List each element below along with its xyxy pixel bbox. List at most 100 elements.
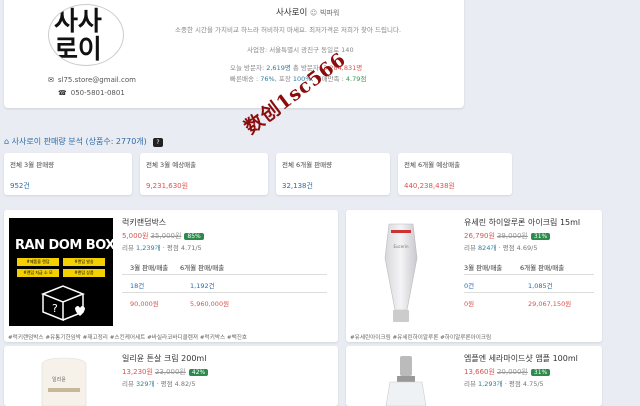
stat-label: 전체 3월 판매량: [10, 161, 55, 169]
stat-card-6m-sales: 전체 6개월 판매량 32,138건: [276, 153, 390, 195]
rating: · 평점 4.69/5: [498, 244, 538, 252]
product-review: 리뷰 824개 · 평점 4.69/5: [464, 242, 537, 252]
review-label: 리뷰: [464, 380, 476, 388]
product-tags: #럭키랜덤박스 #유통기한임박 #재고정리 #스킨케어세트 #바실라코바디클렌져…: [8, 335, 248, 341]
phone-icon: ☎: [58, 89, 67, 97]
box-question-icon: ?: [40, 285, 86, 322]
product-card[interactable]: Eucerin 유세린 하이알루론 아이크림 15ml 26,790원 39,00…: [346, 210, 602, 342]
product-card[interactable]: RAN DOM BOX #제품을 랜덤 #랜덤 발송 #랜덤 지급 소 모 #랜…: [4, 210, 338, 342]
store-email[interactable]: sl75.store@gmail.com: [58, 76, 136, 84]
original-price: 20,000원: [496, 368, 528, 376]
product-image-random-box[interactable]: RAN DOM BOX #제품을 랜덤 #랜덤 발송 #랜덤 지급 소 모 #랜…: [9, 218, 115, 326]
home-icon: ⌂: [4, 137, 10, 146]
product-image-ampoule[interactable]: [356, 352, 456, 406]
logo-line-2: 로이: [54, 35, 102, 65]
original-price: 23,000원: [154, 368, 186, 376]
analysis-title-text: 사사로이 판매량 분석 (상품수: 2770개): [11, 137, 147, 146]
stat-card-3m-revenue: 전체 3월 예상매출 9,231,630원: [140, 153, 268, 195]
discount-badge: 31%: [530, 233, 551, 240]
product-review: 리뷰 1,293개 · 평점 4.75/5: [464, 378, 544, 388]
product-name[interactable]: 일리윤 튼살 크림 200ml: [122, 353, 206, 364]
product-name[interactable]: 유세린 하이알루론 아이크림 15ml: [464, 217, 580, 228]
analysis-title: ⌂ 사사로이 판매량 분석 (상품수: 2770개) ?: [4, 136, 163, 147]
ampoule-image: [385, 356, 427, 406]
svg-text:?: ?: [52, 302, 58, 315]
sales-6m: 1,192건: [190, 282, 215, 290]
review-label: 리뷰: [122, 244, 134, 252]
bigpower-icon: ☺: [309, 9, 318, 17]
product-image-eye-cream[interactable]: Eucerin: [351, 218, 451, 326]
original-price: 35,000원: [150, 232, 182, 240]
store-logo: 사사 로이: [48, 4, 124, 66]
email-row: ✉ sl75.store@gmail.com: [48, 76, 136, 84]
product-price: 13,660원 20,000원 31%: [464, 367, 551, 377]
help-badge[interactable]: ?: [153, 138, 163, 147]
envelope-icon: ✉: [48, 76, 54, 84]
store-grade: 빅파워: [320, 9, 340, 17]
fast-delivery-value: 76%: [260, 75, 275, 83]
revenue-6m: 5,960,000원: [190, 300, 230, 308]
divider: [122, 274, 327, 275]
random-box-text: RAN DOM BOX: [15, 238, 115, 253]
revenue-3m: 90,000원: [130, 300, 159, 308]
discount-badge: 31%: [530, 369, 551, 376]
rating: · 평점 4.75/5: [504, 380, 544, 388]
rating: · 평점 4.82/5: [156, 380, 196, 388]
product-name[interactable]: 럭키랜덤박스: [122, 217, 166, 228]
product-price: 26,790원 39,000원 31%: [464, 231, 551, 241]
stat-label: 전체 3월 예상매출: [146, 161, 197, 169]
svg-text:Eucerin: Eucerin: [393, 244, 408, 249]
sales-6m: 1,085건: [528, 282, 553, 290]
logo-line-1: 사사: [54, 7, 102, 37]
random-box-chip: #랜덤 지급 소 모: [17, 269, 59, 277]
store-slogan: 소중한 시간을 가치비교 하느라 허비하지 마세요. 최저가격은 저희가 찾아 …: [175, 26, 402, 34]
divider: [122, 292, 327, 293]
fast-delivery-label: 빠른배송 :: [230, 75, 259, 83]
lotion-brand: 일리윤: [52, 377, 66, 383]
product-review: 리뷰 1,239개 · 평점 4.71/5: [122, 242, 202, 252]
product-tags: #유세린아이크림 #유세린하이알루론 #하이알루론아이크림: [350, 335, 492, 341]
revenue-3m: 0원: [464, 300, 475, 308]
stat-label: 전체 6개월 판매량: [282, 161, 333, 169]
product-price: 5,000원 35,000원 85%: [122, 231, 204, 241]
sales-3m: 0건: [464, 282, 475, 290]
review-count: 1,293개: [478, 380, 503, 388]
review-label: 리뷰: [122, 380, 134, 388]
revenue-6m: 29,067,150원: [528, 300, 572, 308]
col-header-6m: 6개월 판매/매출: [180, 264, 225, 272]
review-count: 329개: [136, 380, 155, 388]
stat-card-3m-sales: 전체 3월 판매량 952건: [4, 153, 132, 195]
divider: [464, 292, 594, 293]
discount-badge: 42%: [188, 369, 209, 376]
divider: [464, 274, 594, 275]
product-image-lotion[interactable]: 일리윤: [14, 354, 114, 406]
current-price: 26,790원: [464, 232, 495, 240]
product-price: 13,230원 23,000원 42%: [122, 367, 209, 377]
current-price: 13,230원: [122, 368, 153, 376]
store-card: 사사 로이 ✉ sl75.store@gmail.com ☎ 050-5801-08…: [4, 0, 464, 108]
stat-value: 440,238,438원: [404, 182, 455, 190]
random-box-chip: #제품을 랜덤: [17, 258, 59, 266]
col-header-3m: 3월 판매/매출: [464, 264, 503, 272]
product-card[interactable]: 일리윤 일리윤 튼살 크림 200ml 13,230원 23,000원 42% 리뷰…: [4, 346, 338, 406]
visitors-label: 오늘 방문자:: [230, 64, 265, 72]
stat-label: 전체 6개월 예상매출: [404, 161, 461, 169]
random-box-chip: #랜덤 상품: [63, 269, 105, 277]
visitors-today: 2,619명: [266, 64, 291, 72]
current-price: 13,660원: [464, 368, 495, 376]
col-header-3m: 3월 판매/매출: [130, 264, 169, 272]
col-header-6m: 6개월 판매/매출: [520, 264, 565, 272]
satisfaction-value: 4.79점: [345, 75, 367, 83]
product-name[interactable]: 엠플엔 세라마이드샷 앰플 100ml: [464, 353, 578, 364]
store-name: 사사로이 ☺ 빅파워: [276, 6, 339, 18]
random-box-chips: #제품을 랜덤 #랜덤 발송 #랜덤 지급 소 모 #랜덤 상품: [17, 258, 105, 278]
product-card[interactable]: 엠플엔 세라마이드샷 앰플 100ml 13,660원 20,000원 31% 리뷰…: [346, 346, 602, 406]
original-price: 39,000원: [496, 232, 528, 240]
phone-row: ☎ 050-5801-0801: [58, 89, 125, 97]
sales-3m: 18건: [130, 282, 145, 290]
review-count: 1,239개: [136, 244, 161, 252]
stat-value: 32,138건: [282, 182, 313, 190]
review-count: 824개: [478, 244, 497, 252]
stat-value: 952건: [10, 182, 30, 190]
current-price: 5,000원: [122, 232, 149, 240]
